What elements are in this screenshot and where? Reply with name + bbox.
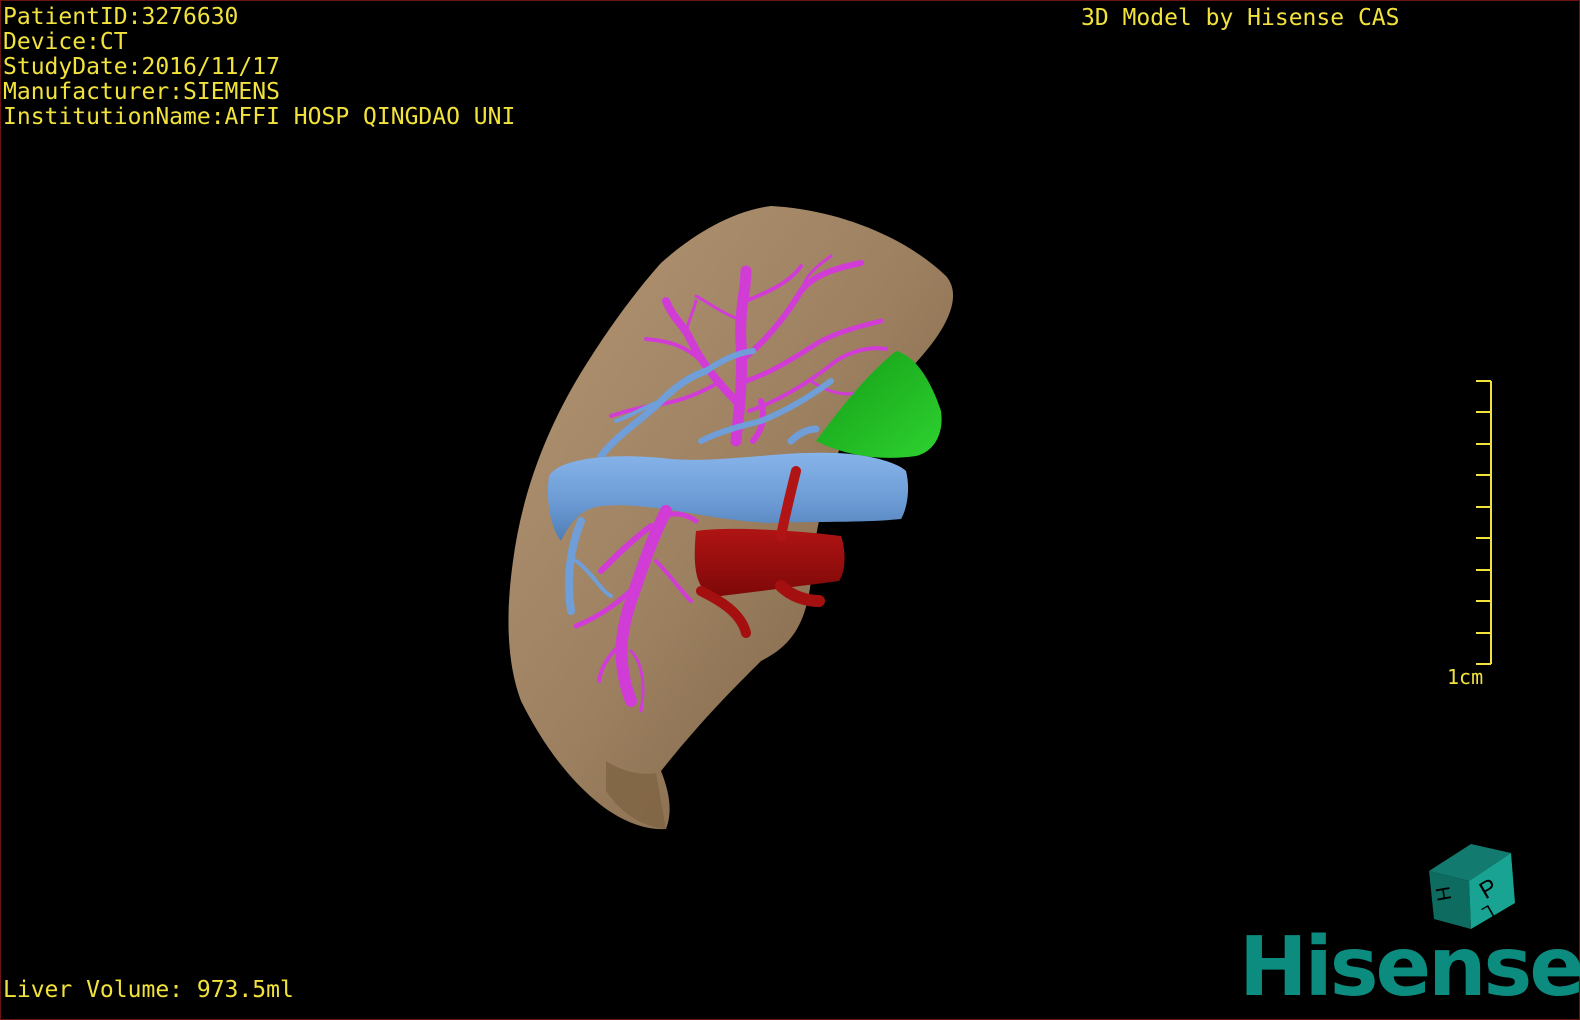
study-date-label: StudyDate:2016/11/17 [3, 54, 280, 80]
orientation-cube[interactable]: P H L [1429, 844, 1515, 929]
institution-label: InstitutionName:AFFI HOSP QINGDAO UNI [3, 104, 516, 130]
liver-volume-readout: Liver Volume: 973.5ml [3, 977, 294, 1003]
device-label: Device:CT [3, 29, 128, 55]
manufacturer-label: Manufacturer:SIEMENS [3, 79, 280, 105]
scale-bar [1476, 380, 1492, 665]
3d-viewport[interactable]: P H L PatientID:3276630 Device:CT StudyD… [0, 0, 1580, 1020]
model-title: 3D Model by Hisense CAS [1081, 5, 1400, 31]
patient-id-label: PatientID:3276630 [3, 4, 239, 30]
liver-3d-model[interactable]: P H L [1, 1, 1580, 1020]
hisense-logo: Hisense [1239, 920, 1580, 1015]
scale-bar-label: 1cm [1447, 665, 1484, 689]
